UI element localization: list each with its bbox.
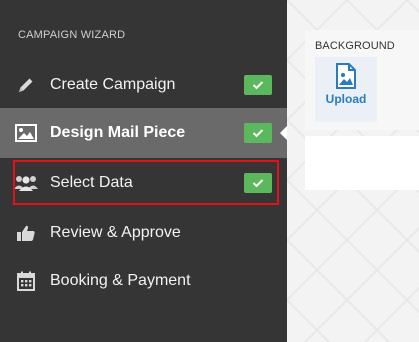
- image-icon: [12, 122, 40, 144]
- sidebar-item-label: Review & Approve: [50, 224, 181, 241]
- sidebar-item-label: Create Campaign: [50, 76, 176, 93]
- background-toolbar: BACKGROUND Upload: [305, 30, 419, 130]
- image-upload-icon: [335, 63, 357, 89]
- users-icon: [12, 172, 40, 194]
- sidebar-title: CAMPAIGN WIZARD: [18, 29, 126, 41]
- thumbs-up-icon: [12, 222, 40, 244]
- sidebar-item-label: Select Data: [50, 174, 133, 191]
- pencil-icon: [12, 74, 40, 96]
- sidebar-item-design-mail-piece[interactable]: Design Mail Piece: [0, 108, 288, 158]
- sidebar-item-booking-payment[interactable]: Booking & Payment: [0, 256, 287, 306]
- sidebar-item-label: Booking & Payment: [50, 272, 191, 289]
- sidebar-item-label: Design Mail Piece: [50, 124, 186, 141]
- sidebar-item-review-approve[interactable]: Review & Approve: [0, 208, 287, 258]
- completed-check-icon: [244, 75, 272, 95]
- completed-check-icon: [244, 173, 272, 193]
- design-canvas-area: BACKGROUND Upload: [287, 0, 419, 342]
- calendar-icon: [12, 270, 40, 292]
- app-root: CAMPAIGN WIZARD Create Campaign Design M…: [0, 0, 419, 342]
- upload-button[interactable]: Upload: [315, 57, 377, 122]
- background-section-label: BACKGROUND: [315, 40, 395, 52]
- sidebar-item-create-campaign[interactable]: Create Campaign: [0, 60, 287, 110]
- campaign-wizard-sidebar: CAMPAIGN WIZARD Create Campaign Design M…: [0, 0, 288, 342]
- sidebar-item-select-data[interactable]: Select Data: [0, 158, 287, 208]
- completed-check-icon: [244, 123, 272, 143]
- mail-piece-canvas[interactable]: [305, 136, 419, 190]
- upload-label: Upload: [325, 92, 367, 106]
